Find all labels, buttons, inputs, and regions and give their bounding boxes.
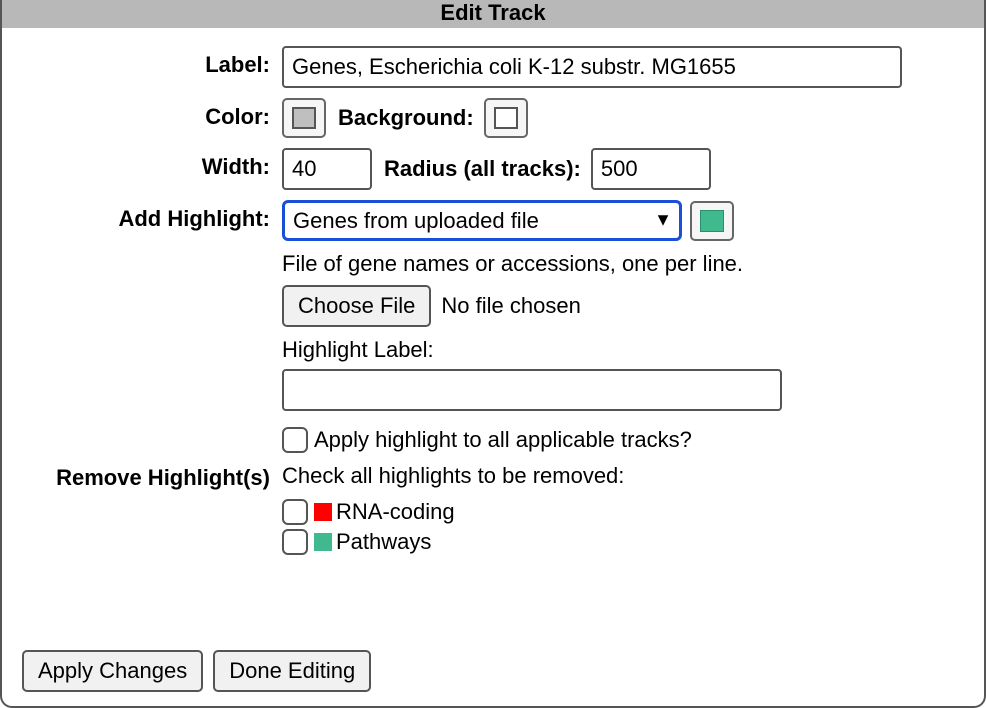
choose-file-button[interactable]: Choose File <box>282 285 431 327</box>
apply-changes-button[interactable]: Apply Changes <box>22 650 203 692</box>
highlight-select[interactable]: Genes from uploaded file <box>282 200 682 241</box>
background-swatch <box>494 107 518 129</box>
file-status: No file chosen <box>441 293 580 319</box>
highlight-item: Pathways <box>282 529 964 555</box>
row-color: Color: Background: <box>22 98 964 138</box>
highlight-color-picker[interactable] <box>690 201 734 241</box>
row-remove-highlights: Remove Highlight(s) Check all highlights… <box>22 463 964 555</box>
panel-content: Label: Color: Background: <box>2 28 984 706</box>
highlight-remove-checkbox[interactable] <box>282 499 308 525</box>
background-picker[interactable] <box>484 98 528 138</box>
label-add-highlight: Add Highlight: <box>22 200 282 232</box>
label-color: Color: <box>22 98 282 130</box>
label-radius: Radius (all tracks): <box>384 156 581 182</box>
color-picker[interactable] <box>282 98 326 138</box>
color-swatch <box>292 107 316 129</box>
apply-all-label: Apply highlight to all applicable tracks… <box>314 427 692 453</box>
highlight-list: RNA-coding Pathways <box>282 495 964 555</box>
highlight-label-label: Highlight Label: <box>282 337 964 363</box>
label-width: Width: <box>22 148 282 180</box>
radius-input[interactable] <box>591 148 711 190</box>
form-area: Label: Color: Background: <box>22 46 964 642</box>
highlight-color-swatch <box>314 533 332 551</box>
highlight-swatch <box>700 210 724 232</box>
highlight-color-swatch <box>314 503 332 521</box>
highlight-label-input[interactable] <box>282 369 782 411</box>
apply-all-checkbox[interactable] <box>282 427 308 453</box>
row-width: Width: Radius (all tracks): <box>22 148 964 190</box>
file-helper-text: File of gene names or accessions, one pe… <box>282 251 964 277</box>
highlight-select-wrap: Genes from uploaded file ▼ <box>282 200 682 241</box>
button-row: Apply Changes Done Editing <box>22 650 964 692</box>
highlight-name: RNA-coding <box>336 499 455 525</box>
row-add-highlight: Add Highlight: Genes from uploaded file … <box>22 200 964 453</box>
label-input[interactable] <box>282 46 902 88</box>
row-label: Label: <box>22 46 964 88</box>
highlight-remove-checkbox[interactable] <box>282 529 308 555</box>
width-input[interactable] <box>282 148 372 190</box>
label-background: Background: <box>338 105 474 131</box>
label-remove-highlights: Remove Highlight(s) <box>22 463 282 491</box>
panel-title: Edit Track <box>2 0 984 28</box>
highlight-name: Pathways <box>336 529 431 555</box>
highlight-item: RNA-coding <box>282 499 964 525</box>
label-label: Label: <box>22 46 282 78</box>
edit-track-panel: Edit Track Label: Color: Background: <box>0 0 986 708</box>
remove-instruction: Check all highlights to be removed: <box>282 463 964 489</box>
done-editing-button[interactable]: Done Editing <box>213 650 371 692</box>
